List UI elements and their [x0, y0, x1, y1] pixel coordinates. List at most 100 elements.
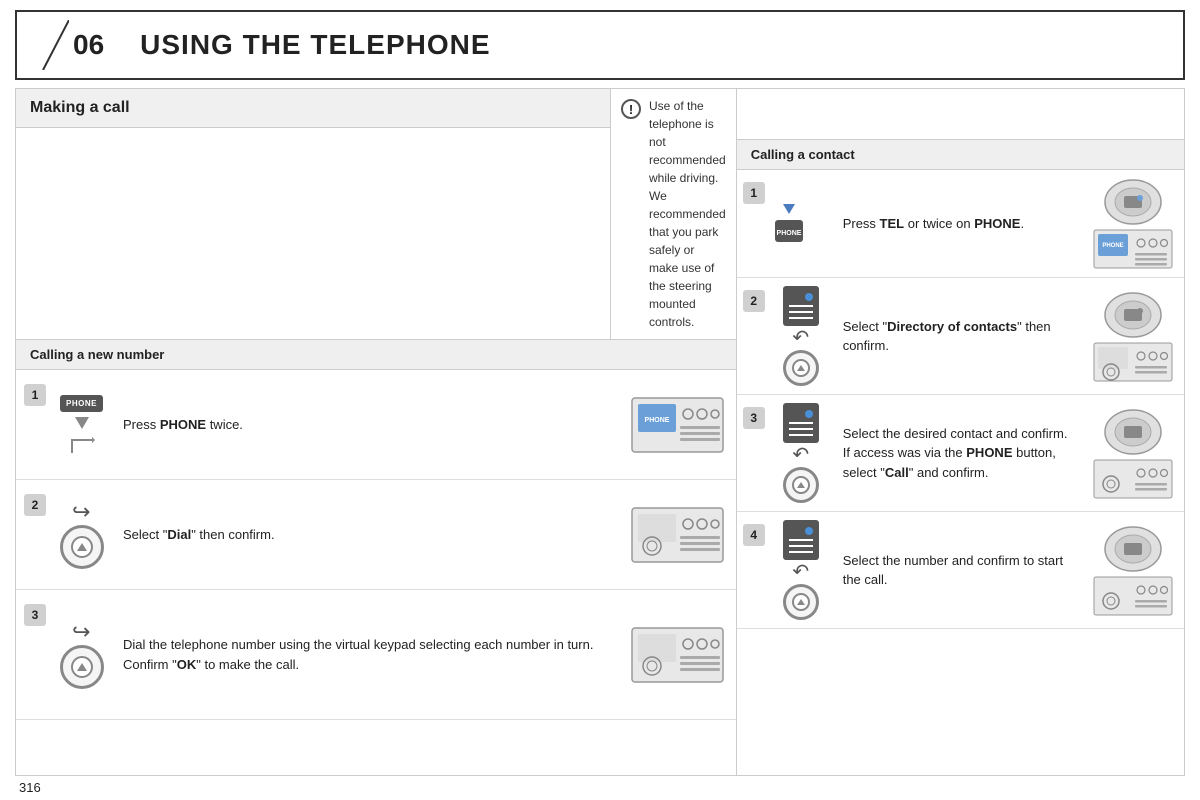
- ctrl-image-1: [1102, 178, 1164, 226]
- knob-arrow-r4: [797, 599, 805, 605]
- radio-image-r2: [1093, 342, 1173, 382]
- step-number: 1: [24, 384, 46, 406]
- knob-inner-r2: [792, 359, 810, 377]
- step-number: 2: [24, 494, 46, 516]
- curved-arrow-icon-r4: ↶: [792, 562, 809, 582]
- curved-arrow-icon-r2: ↶: [792, 328, 809, 348]
- right-step-2-text: Select "Directory of contacts" then conf…: [837, 317, 1082, 356]
- menu-icon-3: [783, 403, 819, 443]
- knob-arrow-icon-2: [77, 663, 87, 671]
- menu-knob-icon-3: ↶: [771, 403, 831, 503]
- knob-icon-2: ↩: [54, 501, 109, 569]
- knob-icon-r2: [783, 350, 819, 386]
- left-step-3: 3 ↩ Dial the telephone number using the …: [16, 590, 736, 720]
- right-step-2: 2 ↶: [737, 278, 1184, 395]
- left-column: Making a call ! Use of the telephone is …: [16, 89, 737, 775]
- radio-image-3: [630, 626, 725, 684]
- ctrl-image-3: [1102, 408, 1164, 456]
- step-3-text: Dial the telephone number using the virt…: [117, 635, 620, 674]
- ctrl-image-2: [1102, 291, 1164, 339]
- right-step-4-text: Select the number and confirm to start t…: [837, 551, 1082, 590]
- page-header: 06 USING THE TELEPHONE: [15, 10, 1185, 80]
- right-step-1-images: PHONE: [1088, 178, 1178, 269]
- right-step-1: 1 PHONE Press TEL or twice on PHONE.: [737, 170, 1184, 278]
- menu-line-3c: [789, 434, 813, 436]
- knob-icon-r4: [783, 584, 819, 620]
- tel-icon-svg: PHONE: [773, 196, 828, 251]
- menu-knob-icon-4: ↶: [771, 520, 831, 620]
- tel-phone-icon: PHONE: [771, 196, 831, 251]
- chapter-number: 06: [73, 29, 104, 61]
- step-3-image: [628, 626, 728, 684]
- warning-section: ! Use of the telephone is not recommende…: [611, 89, 736, 339]
- step-2-image: [628, 506, 728, 564]
- radio-image-1: PHONE: [630, 396, 725, 454]
- main-content: Making a call ! Use of the telephone is …: [15, 88, 1185, 776]
- right-section-header: Calling a contact: [737, 140, 1184, 170]
- menu-line-3: [789, 317, 813, 319]
- radio-image-2: [630, 506, 725, 564]
- radio-image-r4: [1093, 576, 1173, 616]
- warning-text: Use of the telephone is not recommended …: [649, 97, 726, 331]
- svg-text:PHONE: PHONE: [1102, 243, 1123, 249]
- making-call-label: Making a call: [30, 99, 130, 117]
- menu-icon: [783, 286, 819, 326]
- menu-dot-4: [805, 527, 813, 535]
- svg-text:PHONE: PHONE: [645, 417, 670, 424]
- making-call-header: Making a call: [16, 89, 610, 128]
- step-number-r4: 4: [743, 524, 765, 546]
- menu-dot-3: [805, 410, 813, 418]
- knob-icon-3: ↩: [54, 621, 109, 689]
- knob-inner-r3: [792, 476, 810, 494]
- curved-arrow-icon-r3: ↶: [792, 445, 809, 465]
- knob-icon-r3: [783, 467, 819, 503]
- knob-inner: [71, 536, 93, 558]
- right-step-4-images: [1088, 525, 1178, 616]
- menu-dot: [805, 293, 813, 301]
- left-section-header: Calling a new number: [16, 340, 736, 370]
- step-number: 3: [24, 604, 46, 626]
- step-2-text: Select "Dial" then confirm.: [117, 525, 620, 545]
- ctrl-image-4: [1102, 525, 1164, 573]
- step-number-r3: 3: [743, 407, 765, 429]
- menu-line: [789, 305, 813, 307]
- left-step-2: 2 ↩ Select "Dial" then confirm.: [16, 480, 736, 590]
- right-step-3: 3 ↶: [737, 395, 1184, 512]
- curved-arrow-icon: ↩: [72, 501, 90, 523]
- bracket-icon: [67, 435, 97, 455]
- radio-image-r3: [1093, 459, 1173, 499]
- right-steps: 1 PHONE Press TEL or twice on PHONE.: [737, 170, 1184, 775]
- right-column: Calling a contact 1 PHONE: [737, 89, 1184, 775]
- right-step-4: 4 ↶: [737, 512, 1184, 629]
- step-number-r1: 1: [743, 182, 765, 204]
- curved-arrow-icon-2: ↩: [72, 621, 90, 643]
- menu-line-4c: [789, 551, 813, 553]
- left-steps: 1 PHONE Press PHONE twice.: [16, 370, 736, 775]
- menu-line-3b: [789, 428, 813, 430]
- right-top-spacer: [737, 89, 1184, 140]
- left-step-1: 1 PHONE Press PHONE twice.: [16, 370, 736, 480]
- chapter-title: USING THE TELEPHONE: [120, 29, 490, 61]
- menu-knob-icon-2: ↶: [771, 286, 831, 386]
- warning-icon: !: [621, 99, 641, 119]
- page-number: 316: [15, 776, 1185, 795]
- menu-icon-4: [783, 520, 819, 560]
- phone-button-icon: PHONE: [54, 395, 109, 455]
- menu-line-3a: [789, 422, 813, 424]
- arrow-down-icon: [75, 417, 89, 429]
- svg-text:PHONE: PHONE: [777, 230, 802, 237]
- step-1-image: PHONE: [628, 396, 728, 454]
- knob-icon: [60, 525, 104, 569]
- making-call-section: Making a call: [16, 89, 611, 339]
- radio-image-r1: PHONE: [1093, 229, 1173, 269]
- menu-line-2: [789, 311, 813, 313]
- step-1-text: Press PHONE twice.: [117, 415, 620, 435]
- right-step-2-images: [1088, 291, 1178, 382]
- menu-line-4a: [789, 539, 813, 541]
- step-number-r2: 2: [743, 290, 765, 312]
- right-step-1-text: Press TEL or twice on PHONE.: [837, 214, 1082, 234]
- knob-inner-r4: [792, 593, 810, 611]
- knob-arrow-r2: [797, 365, 805, 371]
- right-step-3-text: Select the desired contact and confirm. …: [837, 424, 1082, 483]
- menu-line-4b: [789, 545, 813, 547]
